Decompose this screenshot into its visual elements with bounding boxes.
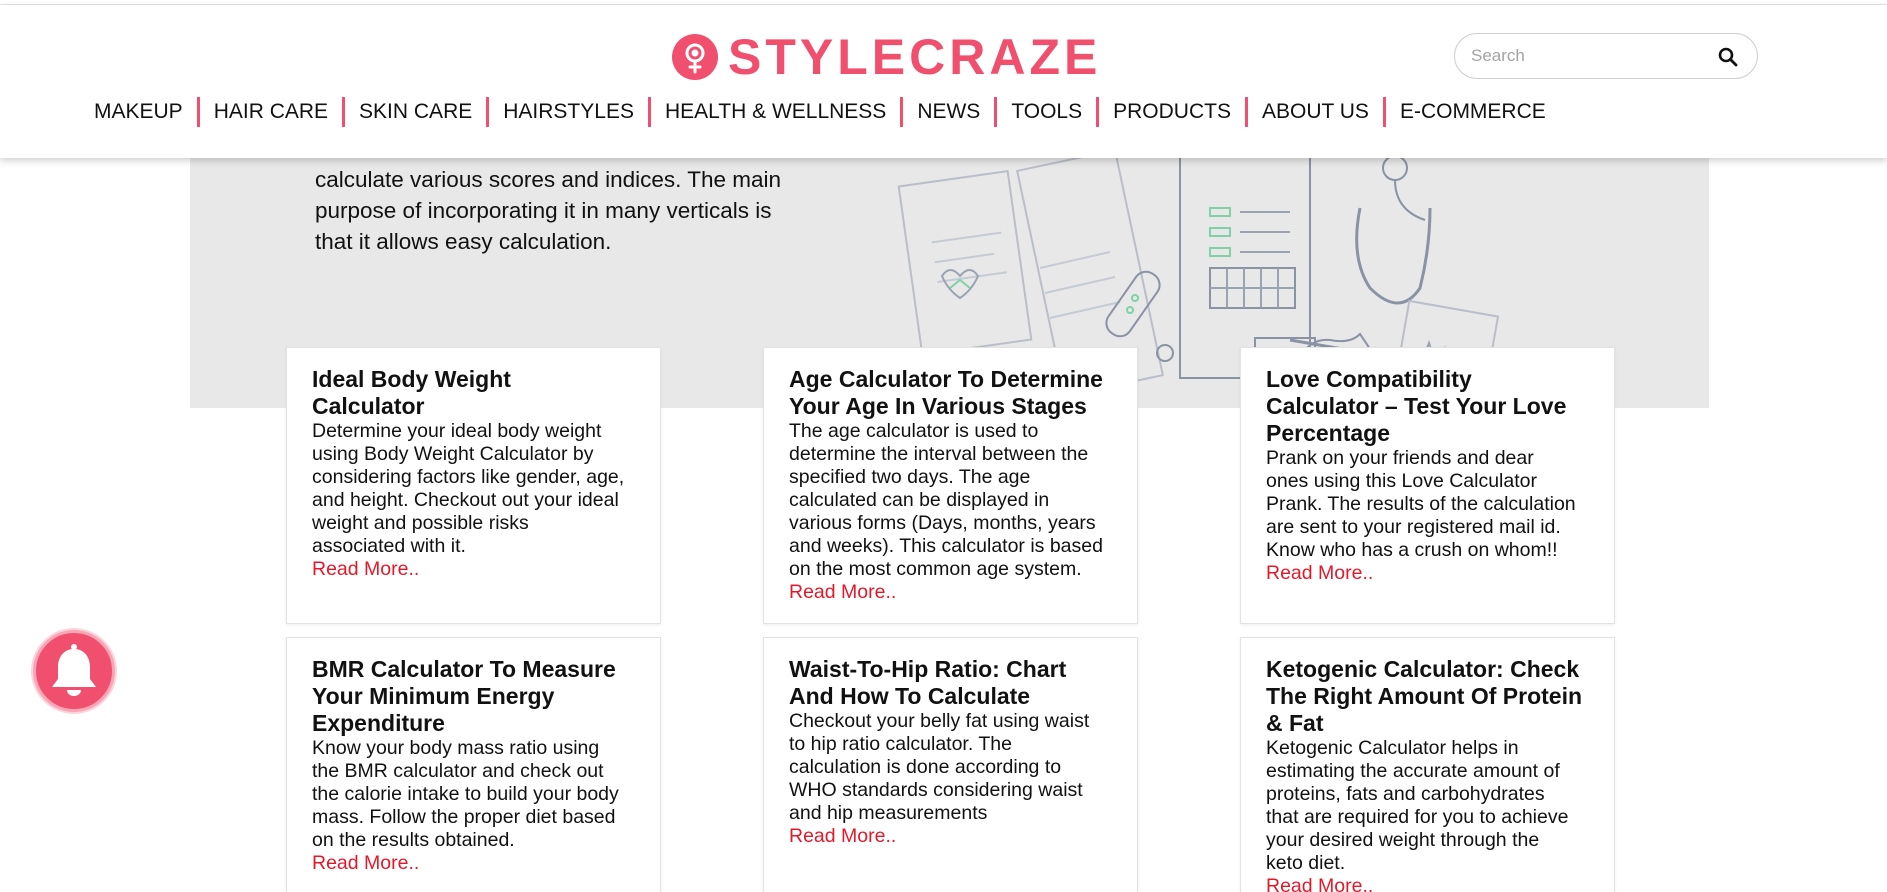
card-title-line: Ideal Body Weight: [312, 366, 511, 392]
notification-bell-button[interactable]: [33, 630, 115, 712]
nav-item-about-us[interactable]: ABOUT US: [1248, 97, 1383, 127]
logo-icon: [672, 34, 718, 80]
bell-icon: [52, 644, 96, 696]
card-title[interactable]: BMR Calculator To Measure Your Minimum E…: [312, 656, 635, 737]
card-desc-line: using Body Weight Calculator by: [312, 443, 594, 465]
card-desc-line: to hip ratio calculator. The: [789, 733, 1012, 755]
card-desc-line: Ketogenic Calculator helps in: [1266, 737, 1519, 759]
calculator-card: Waist-To-Hip Ratio: Chart And How To Cal…: [763, 637, 1138, 892]
card-title-line: BMR Calculator To Measure: [312, 656, 616, 682]
card-title[interactable]: Love Compatibility Calculator – Test You…: [1266, 366, 1589, 447]
card-title-line: Expenditure: [312, 710, 445, 736]
nav-item-skin-care[interactable]: SKIN CARE: [345, 97, 486, 127]
card-title-line: And How To Calculate: [789, 683, 1031, 709]
card-title-line: The Right Amount Of Protein: [1266, 683, 1583, 709]
card-desc-line: calculated can be displayed in: [789, 489, 1050, 511]
card-title-line: Percentage: [1266, 420, 1391, 446]
site-logo[interactable]: STYLECRAZE: [672, 29, 1101, 85]
card-desc-line: specified two days. The age: [789, 466, 1031, 488]
card-desc-line: the calorie intake to build your body: [312, 783, 619, 805]
card-desc-line: calculation is done according to: [789, 756, 1062, 778]
card-description: Determine your ideal body weight using B…: [312, 420, 635, 558]
read-more-link[interactable]: Read More..: [312, 558, 419, 581]
read-more-link[interactable]: Read More..: [312, 852, 419, 875]
card-desc-line: considering factors like gender, age,: [312, 466, 625, 488]
read-more-link[interactable]: Read More..: [789, 581, 896, 604]
calculator-card: Ideal Body Weight Calculator Determine y…: [286, 347, 661, 624]
card-title-line: Calculator – Test Your Love: [1266, 393, 1567, 419]
card-title-line: Ketogenic Calculator: Check: [1266, 656, 1580, 682]
main-navigation: MAKEUP HAIR CARE SKIN CARE HAIRSTYLES HE…: [94, 93, 1560, 131]
card-desc-line: Prank. The results of the calculation: [1266, 493, 1576, 515]
card-title-line: Your Minimum Energy: [312, 683, 555, 709]
nav-item-health-wellness[interactable]: HEALTH & WELLNESS: [651, 97, 900, 127]
card-desc-line: are sent to your registered mail id.: [1266, 516, 1561, 538]
card-desc-line: Know your body mass ratio using: [312, 737, 600, 759]
card-desc-line: the BMR calculator and check out: [312, 760, 604, 782]
nav-item-tools[interactable]: TOOLS: [997, 97, 1096, 127]
card-desc-line: and hip measurements: [789, 802, 988, 824]
nav-item-products[interactable]: PRODUCTS: [1099, 97, 1245, 127]
hero-description: calculate various scores and indices. Th…: [315, 164, 815, 257]
card-desc-line: keto diet.: [1266, 852, 1346, 874]
card-title-line: & Fat: [1266, 710, 1324, 736]
card-desc-line: associated with it.: [312, 535, 466, 557]
calculator-card: BMR Calculator To Measure Your Minimum E…: [286, 637, 661, 892]
card-desc-line: and height. Checkout out your ideal: [312, 489, 619, 511]
card-description: Checkout your belly fat using waist to h…: [789, 710, 1112, 825]
card-title-line: Calculator: [312, 393, 425, 419]
site-header: STYLECRAZE MAKEUP HAIR CARE SKIN CARE HA…: [0, 5, 1887, 158]
card-desc-line: and weeks). This calculator is based: [789, 535, 1103, 557]
read-more-link[interactable]: Read More..: [1266, 875, 1373, 892]
card-desc-line: on the results obtained.: [312, 829, 515, 851]
nav-item-hairstyles[interactable]: HAIRSTYLES: [489, 97, 648, 127]
nav-item-hair-care[interactable]: HAIR CARE: [200, 97, 342, 127]
card-desc-line: various forms (Days, months, years: [789, 512, 1096, 534]
card-description: Prank on your friends and dear ones usin…: [1266, 447, 1589, 562]
card-desc-line: The age calculator is used to: [789, 420, 1039, 442]
read-more-link[interactable]: Read More..: [789, 825, 896, 848]
card-desc-line: on the most common age system.: [789, 558, 1082, 580]
calculator-card: Love Compatibility Calculator – Test You…: [1240, 347, 1615, 624]
card-title[interactable]: Ideal Body Weight Calculator: [312, 366, 635, 420]
hero-line: purpose of incorporating it in many vert…: [315, 198, 772, 223]
card-title[interactable]: Waist-To-Hip Ratio: Chart And How To Cal…: [789, 656, 1112, 710]
card-title[interactable]: Age Calculator To Determine Your Age In …: [789, 366, 1112, 420]
card-description: The age calculator is used to determine …: [789, 420, 1112, 581]
search-input[interactable]: [1471, 44, 1701, 68]
hero-line: calculate various scores and indices. Th…: [315, 167, 782, 192]
calculator-card: Ketogenic Calculator: Check The Right Am…: [1240, 637, 1615, 892]
card-title-line: Love Compatibility: [1266, 366, 1472, 392]
nav-item-news[interactable]: NEWS: [903, 97, 994, 127]
card-description: Know your body mass ratio using the BMR …: [312, 737, 635, 852]
nav-item-makeup[interactable]: MAKEUP: [94, 97, 197, 127]
calculator-card: Age Calculator To Determine Your Age In …: [763, 347, 1138, 624]
card-desc-line: mass. Follow the proper diet based: [312, 806, 616, 828]
card-title-line: Waist-To-Hip Ratio: Chart: [789, 656, 1067, 682]
card-desc-line: ones using this Love Calculator: [1266, 470, 1537, 492]
card-desc-line: Know who has a crush on whom!!: [1266, 539, 1558, 561]
card-description: Ketogenic Calculator helps in estimating…: [1266, 737, 1589, 875]
card-desc-line: Checkout your belly fat using waist: [789, 710, 1090, 732]
card-desc-line: proteins, fats and carbohydrates: [1266, 783, 1545, 805]
card-desc-line: your desired weight through the: [1266, 829, 1540, 851]
card-desc-line: WHO standards considering waist: [789, 779, 1083, 801]
card-desc-line: Prank on your friends and dear: [1266, 447, 1534, 469]
card-title-line: Age Calculator To Determine: [789, 366, 1103, 392]
nav-item-e-commerce[interactable]: E-COMMERCE: [1386, 97, 1560, 127]
card-desc-line: determine the interval between the: [789, 443, 1089, 465]
card-desc-line: weight and possible risks: [312, 512, 529, 534]
card-title-line: Your Age In Various Stages: [789, 393, 1087, 419]
card-desc-line: that are required for you to achieve: [1266, 806, 1569, 828]
card-desc-line: Determine your ideal body weight: [312, 420, 602, 442]
hero-line: that it allows easy calculation.: [315, 229, 612, 254]
read-more-link[interactable]: Read More..: [1266, 562, 1373, 585]
search-icon[interactable]: [1717, 46, 1739, 68]
logo-wordmark: STYLECRAZE: [728, 29, 1102, 85]
card-desc-line: estimating the accurate amount of: [1266, 760, 1560, 782]
card-title[interactable]: Ketogenic Calculator: Check The Right Am…: [1266, 656, 1589, 737]
search-box: [1454, 33, 1758, 79]
